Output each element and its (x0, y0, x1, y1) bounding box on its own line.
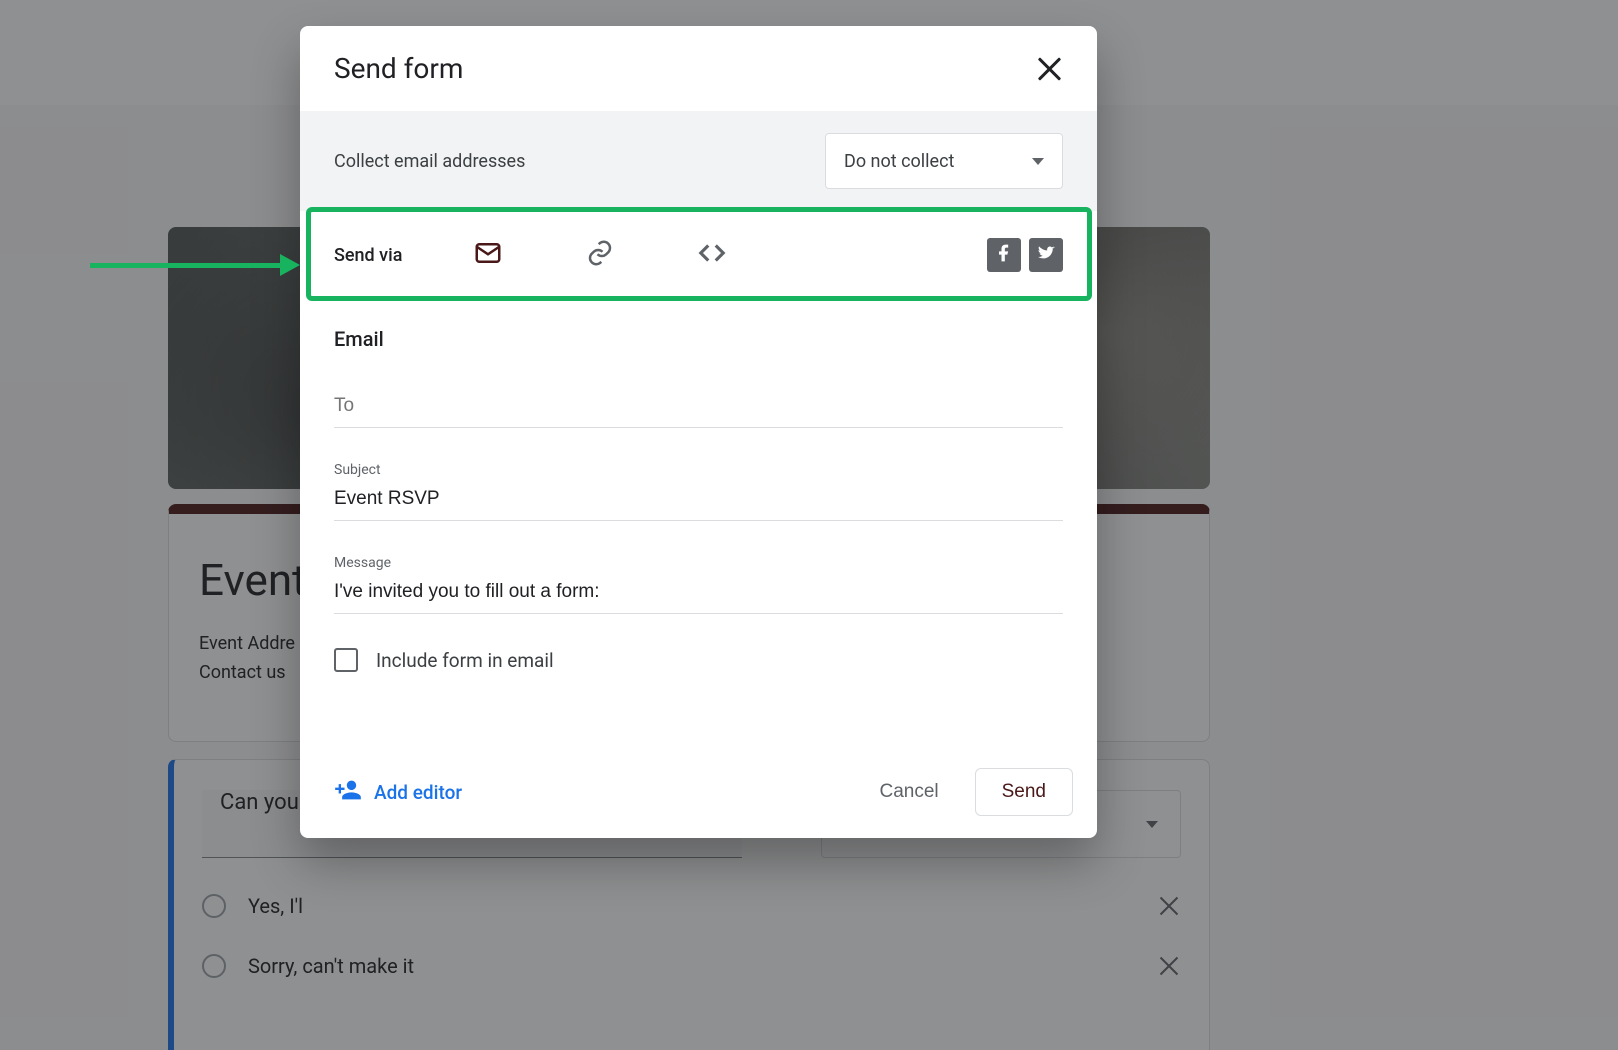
add-editor-label: Add editor (374, 781, 462, 804)
send-form-dialog: Send form Collect email addresses Do not… (300, 26, 1097, 838)
include-form-checkbox[interactable] (334, 648, 358, 672)
send-via-label: Send via (334, 245, 402, 266)
to-input[interactable] (334, 391, 1063, 428)
tab-embed[interactable] (656, 211, 768, 299)
dialog-body: Email Subject Message Include form in em… (300, 299, 1097, 746)
dialog-header: Send form (300, 26, 1097, 111)
social-share (987, 238, 1063, 272)
subject-label: Subject (334, 462, 1063, 478)
collect-email-selected: Do not collect (844, 151, 954, 172)
email-section-heading: Email (334, 327, 1063, 351)
dialog-title: Send form (334, 52, 463, 85)
add-editor-button[interactable]: Add editor (334, 776, 462, 809)
facebook-icon (994, 243, 1014, 267)
message-input[interactable] (334, 577, 1063, 614)
to-field (334, 391, 1063, 428)
cancel-button[interactable]: Cancel (859, 771, 958, 813)
collect-email-select[interactable]: Do not collect (825, 133, 1063, 189)
facebook-share-button[interactable] (987, 238, 1021, 272)
twitter-share-button[interactable] (1029, 238, 1063, 272)
tab-link[interactable] (544, 211, 656, 299)
twitter-icon (1036, 243, 1056, 267)
dialog-footer: Add editor Cancel Send (300, 746, 1097, 838)
close-icon[interactable] (1035, 55, 1063, 83)
collect-email-label: Collect email addresses (334, 151, 525, 172)
collect-email-row: Collect email addresses Do not collect (300, 111, 1097, 211)
message-label: Message (334, 555, 1063, 571)
tab-email[interactable] (432, 211, 544, 299)
embed-icon (697, 238, 727, 272)
message-field: Message (334, 555, 1063, 614)
email-icon (473, 238, 503, 272)
send-button[interactable]: Send (975, 768, 1073, 816)
add-person-icon (334, 776, 362, 809)
chevron-down-icon (1032, 158, 1044, 165)
send-via-row: Send via (300, 211, 1097, 299)
subject-input[interactable] (334, 484, 1063, 521)
include-form-row: Include form in email (334, 648, 1063, 672)
subject-field: Subject (334, 462, 1063, 521)
link-icon (585, 238, 615, 272)
include-form-label: Include form in email (376, 649, 554, 672)
